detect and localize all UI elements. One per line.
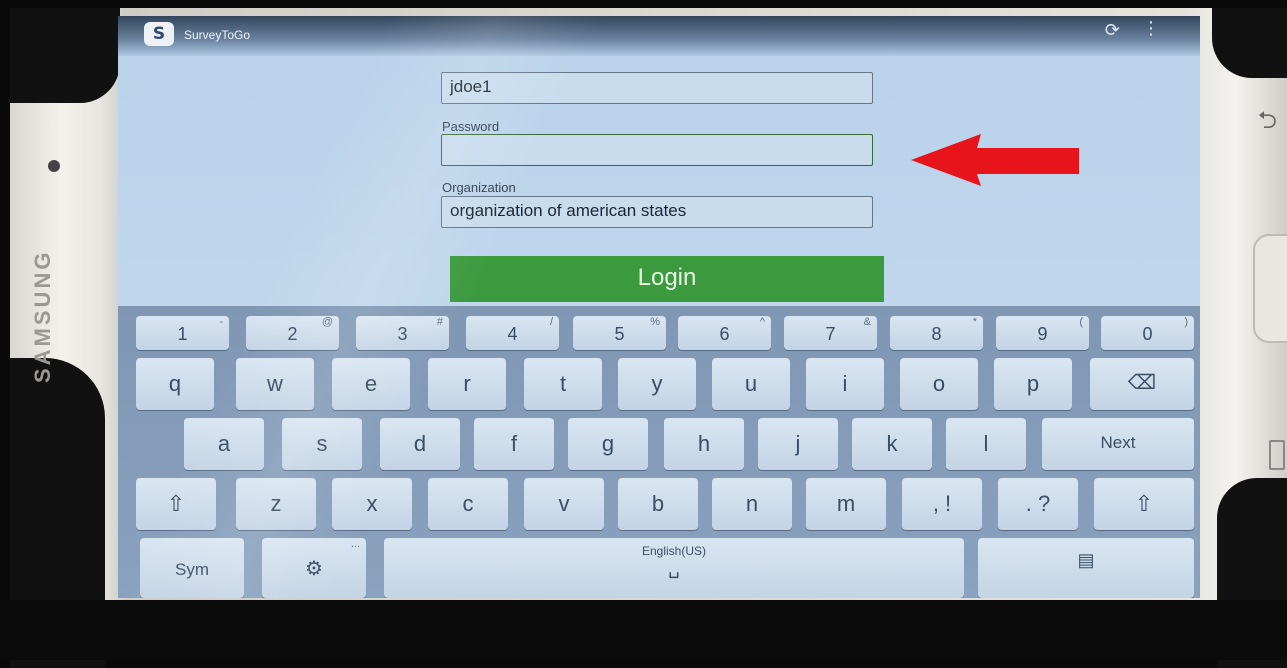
key-c[interactable]: c (428, 478, 508, 530)
backspace-icon: ⌫ (1127, 372, 1157, 394)
on-screen-keyboard: 1- 2 @ 3 # 4/ 5% 6 ^ 7 & 8 * 9( 0) q w e r t … (118, 306, 1200, 598)
username-field[interactable]: jdoe1 (441, 72, 873, 104)
key-p[interactable]: p (994, 358, 1072, 410)
key-l[interactable]: l (946, 418, 1026, 470)
shift-key-left[interactable]: ⇧ (136, 478, 216, 530)
key-period[interactable]: . ? (998, 478, 1078, 530)
overflow-menu-icon[interactable]: ⋮ (1142, 18, 1160, 39)
key-b[interactable]: b (618, 478, 698, 530)
device-brand: SAMSUNG (30, 249, 55, 383)
key-k[interactable]: k (852, 418, 932, 470)
frame-bottom (0, 600, 1287, 660)
key-8[interactable]: 8 * (890, 316, 983, 350)
key-t[interactable]: t (524, 358, 602, 410)
action-bar: S SurveyToGo ⟳ ⋮ (118, 16, 1200, 56)
key-9[interactable]: 9( (996, 316, 1089, 350)
sym-key[interactable]: Sym (140, 538, 244, 598)
password-label: Password (442, 119, 500, 134)
gear-icon: ⚙ (305, 558, 323, 580)
clipboard-icon: ▤ (1077, 550, 1095, 570)
key-f[interactable]: f (474, 418, 554, 470)
organization-field[interactable]: organization of american states (441, 196, 873, 228)
organization-label: Organization (442, 180, 516, 195)
key-2[interactable]: 2 @ (246, 316, 339, 350)
key-g[interactable]: g (568, 418, 648, 470)
key-y[interactable]: y (618, 358, 696, 410)
shift-icon: ⇧ (1134, 491, 1154, 516)
key-w[interactable]: w (236, 358, 314, 410)
key-s[interactable]: s (282, 418, 362, 470)
key-d[interactable]: d (380, 418, 460, 470)
frame-corner (1212, 8, 1287, 78)
app-logo-icon: S (144, 22, 174, 46)
key-h[interactable]: h (664, 418, 744, 470)
login-button[interactable]: Login (450, 256, 884, 302)
back-icon[interactable]: ⮌ (1258, 103, 1277, 144)
key-7[interactable]: 7 & (784, 316, 877, 350)
key-e[interactable]: e (332, 358, 410, 410)
space-bar-icon: ␣ (668, 558, 680, 578)
key-3[interactable]: 3 # (356, 316, 449, 350)
key-x[interactable]: x (332, 478, 412, 530)
shift-icon: ⇧ (166, 491, 186, 516)
key-comma[interactable]: , ! (902, 478, 982, 530)
front-camera (48, 160, 60, 172)
key-q[interactable]: q (136, 358, 214, 410)
key-m[interactable]: m (806, 478, 886, 530)
home-button[interactable] (1253, 234, 1287, 343)
key-n[interactable]: n (712, 478, 792, 530)
key-v[interactable]: v (524, 478, 604, 530)
key-6[interactable]: 6 ^ (678, 316, 771, 350)
key-4[interactable]: 4/ (466, 316, 559, 350)
password-field[interactable] (441, 134, 873, 166)
screen: S SurveyToGo ⟳ ⋮ jdoe1 Password Organiza… (118, 16, 1200, 598)
clipboard-key[interactable]: ▤ (978, 538, 1194, 598)
settings-key[interactable]: ⚙ ... (262, 538, 366, 598)
shift-key-right[interactable]: ⇧ (1094, 478, 1194, 530)
sync-icon[interactable]: ⟳ (1105, 20, 1120, 41)
key-i[interactable]: i (806, 358, 884, 410)
key-1[interactable]: 1- (136, 316, 229, 350)
key-u[interactable]: u (712, 358, 790, 410)
app-title: SurveyToGo (184, 28, 251, 42)
menu-icon[interactable] (1269, 440, 1285, 470)
red-arrow-annotation (911, 134, 1079, 186)
backspace-key[interactable]: ⌫ (1090, 358, 1194, 410)
frame-corner (10, 8, 120, 103)
next-key[interactable]: Next (1042, 418, 1194, 470)
space-key[interactable]: English(US) ␣ (384, 538, 964, 598)
key-o[interactable]: o (900, 358, 978, 410)
key-5[interactable]: 5% (573, 316, 666, 350)
key-a[interactable]: a (184, 418, 264, 470)
key-0[interactable]: 0) (1101, 316, 1194, 350)
key-j[interactable]: j (758, 418, 838, 470)
key-r[interactable]: r (428, 358, 506, 410)
key-z[interactable]: z (236, 478, 316, 530)
